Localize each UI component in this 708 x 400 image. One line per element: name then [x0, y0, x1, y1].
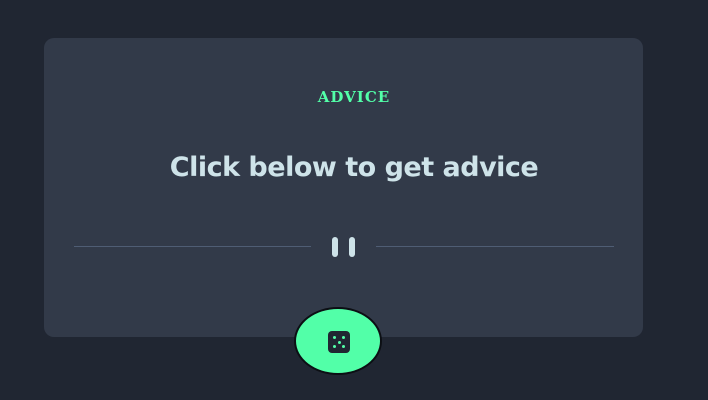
advice-card: [44, 38, 643, 337]
pause-bar-right: [349, 237, 355, 257]
advice-label: ADVICE: [317, 88, 391, 106]
advice-text: Click below to get advice: [169, 152, 539, 183]
pause-bar-left: [332, 237, 338, 257]
dice-icon: [328, 331, 350, 353]
pause-icon: [332, 237, 358, 257]
dice-button[interactable]: [294, 307, 382, 375]
divider-line-right: [376, 246, 614, 247]
divider-line-left: [74, 246, 311, 247]
